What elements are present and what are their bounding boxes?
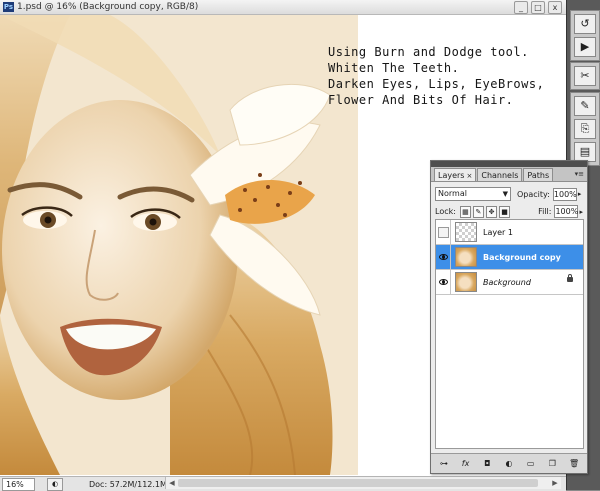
layer-name[interactable]: Background copy xyxy=(483,253,561,262)
navigator-icon[interactable]: ◐ xyxy=(47,477,63,491)
scroll-right-icon[interactable]: ▶ xyxy=(550,478,560,488)
fill-label: Fill: xyxy=(538,207,552,216)
photoshop-app-icon: Ps xyxy=(3,2,14,12)
trash-icon[interactable]: 🗑 xyxy=(568,458,581,470)
tab-close-icon[interactable]: × xyxy=(466,172,472,180)
lock-row: Lock: ▦ ✎ ✥ ■ Fill: 100% ▸ xyxy=(431,203,587,220)
visibility-toggle[interactable] xyxy=(436,245,451,269)
note-line: Darken Eyes, Lips, EyeBrows, xyxy=(328,77,545,91)
tab-label: Layers xyxy=(438,171,465,180)
document-title: 1.psd @ 16% (Background copy, RGB/8) xyxy=(17,2,199,12)
mask-icon[interactable]: ◘ xyxy=(481,458,494,470)
chevron-down-icon: ▼ xyxy=(502,190,508,198)
scrollbar-thumb[interactable] xyxy=(178,479,538,487)
history-icon[interactable]: ↺ xyxy=(574,14,596,34)
layers-panel: Layers × Channels Paths ▾≡ Normal ▼ Opaci… xyxy=(430,160,588,474)
layers-footer: ⊶ fx ◘ ◐ ▭ ❐ 🗑 xyxy=(431,453,587,473)
blend-row: Normal ▼ Opacity: 100% ▸ xyxy=(431,185,587,203)
minimize-button[interactable]: _ xyxy=(514,1,528,14)
panel-menu-icon[interactable]: ▾≡ xyxy=(575,168,584,180)
dock-group-1: ↺ ▶ xyxy=(570,10,600,61)
layers-list: Layer 1 Background copy Background xyxy=(435,219,584,449)
adjustment-icon[interactable]: ◐ xyxy=(502,458,515,470)
note-line: Using Burn and Dodge tool. xyxy=(328,45,529,59)
info-icon[interactable]: ▤ xyxy=(574,142,596,162)
layer-thumbnail xyxy=(455,272,477,292)
visibility-toggle[interactable] xyxy=(436,220,451,244)
zoom-field[interactable]: 16% xyxy=(2,477,35,491)
layer-row-background-copy[interactable]: Background copy xyxy=(436,245,583,270)
layer-name[interactable]: Background xyxy=(483,278,531,287)
portrait-photo xyxy=(0,15,358,475)
tab-label: Paths xyxy=(527,171,550,180)
eye-icon xyxy=(438,254,448,260)
lock-transparency-icon[interactable]: ▦ xyxy=(459,205,471,218)
note-line: Flower And Bits Of Hair. xyxy=(328,93,514,107)
opacity-slider-icon[interactable]: ▸ xyxy=(578,190,582,198)
layer-row-layer-1[interactable]: Layer 1 xyxy=(436,220,583,245)
horizontal-scrollbar[interactable]: ◀ ▶ xyxy=(165,477,561,489)
instruction-note: Using Burn and Dodge tool. Whiten The Te… xyxy=(328,44,544,108)
tools-icon[interactable]: ✂ xyxy=(574,66,596,86)
opacity-label: Opacity: xyxy=(517,189,550,199)
document-titlebar[interactable]: Ps 1.psd @ 16% (Background copy, RGB/8) … xyxy=(0,0,566,15)
brush-icon[interactable]: ✎ xyxy=(574,96,596,116)
hidden-eye-icon xyxy=(437,226,449,238)
fx-icon[interactable]: fx xyxy=(459,458,472,470)
new-layer-icon[interactable]: ❐ xyxy=(546,458,559,470)
blend-mode-value: Normal xyxy=(438,189,467,198)
portrait-illustration xyxy=(0,15,358,475)
fill-slider-icon[interactable]: ▸ xyxy=(579,208,583,216)
link-icon[interactable]: ⊶ xyxy=(437,458,450,470)
fill-field[interactable]: 100% xyxy=(554,205,579,218)
tab-channels[interactable]: Channels xyxy=(477,168,523,181)
lock-icon xyxy=(567,274,573,282)
lock-position-icon[interactable]: ✥ xyxy=(486,205,498,218)
layer-row-background[interactable]: Background xyxy=(436,270,583,295)
dock-group-3: ✎ ⎘ ▤ xyxy=(570,92,600,166)
panel-tabs: Layers × Channels Paths ▾≡ xyxy=(431,167,587,182)
layer-name[interactable]: Layer 1 xyxy=(483,228,513,237)
lock-pixels-icon[interactable]: ✎ xyxy=(472,205,484,218)
close-button[interactable]: x xyxy=(548,1,562,14)
layer-thumbnail xyxy=(455,222,477,242)
clone-icon[interactable]: ⎘ xyxy=(574,119,596,139)
layer-thumbnail xyxy=(455,247,477,267)
eye-icon xyxy=(438,279,448,285)
opacity-field[interactable]: 100% xyxy=(552,187,577,201)
actions-icon[interactable]: ▶ xyxy=(574,37,596,57)
document-size-info: Doc: 57.2M/112.1M xyxy=(89,479,167,489)
visibility-toggle[interactable] xyxy=(436,270,451,294)
group-icon[interactable]: ▭ xyxy=(524,458,537,470)
blend-mode-select[interactable]: Normal ▼ xyxy=(435,187,511,201)
note-line: Whiten The Teeth. xyxy=(328,61,460,75)
lock-all-icon[interactable]: ■ xyxy=(499,205,511,218)
maximize-button[interactable]: □ xyxy=(531,1,545,14)
tab-layers[interactable]: Layers × xyxy=(434,168,477,181)
tab-paths[interactable]: Paths xyxy=(523,168,554,181)
scroll-left-icon[interactable]: ◀ xyxy=(167,478,177,488)
dock-group-2: ✂ xyxy=(570,62,600,90)
tab-label: Channels xyxy=(481,171,519,180)
lock-label: Lock: xyxy=(435,207,456,216)
